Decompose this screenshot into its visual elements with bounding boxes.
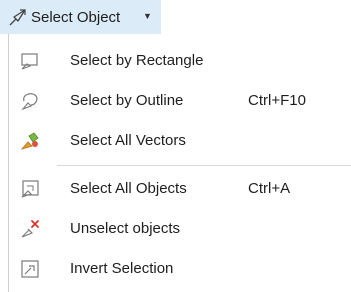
- select-outline-icon: [20, 91, 40, 111]
- select-all-vectors-icon: [20, 131, 40, 151]
- menu-item-shortcut: Ctrl+F10: [248, 92, 306, 109]
- menu-item-label: Select All Vectors: [70, 132, 186, 149]
- menu-item-select-by-outline[interactable]: Select by Outline Ctrl+F10: [9, 82, 351, 120]
- menu-item-select-all-vectors[interactable]: Select All Vectors: [9, 122, 351, 160]
- menu-item-label: Select by Outline: [70, 92, 184, 109]
- menu-item-label: Select All Objects: [70, 180, 187, 197]
- menu-item-label: Unselect objects: [70, 220, 181, 237]
- menu-item-label: Select by Rectangle: [70, 52, 204, 69]
- chevron-down-icon: ▼: [143, 11, 152, 21]
- select-object-dropdown-button[interactable]: Select Object ▼: [0, 0, 161, 34]
- pointer-arrow-icon: [8, 7, 28, 27]
- select-rectangle-icon: [20, 51, 40, 71]
- menu-item-invert-selection[interactable]: Invert Selection: [9, 250, 351, 288]
- select-object-menu: Select by Rectangle Select by Outline Ct…: [8, 34, 351, 292]
- select-object-label: Select Object: [31, 9, 121, 26]
- menu-item-unselect-objects[interactable]: Unselect objects: [9, 210, 351, 248]
- menu-item-select-all-objects[interactable]: Select All Objects Ctrl+A: [9, 170, 351, 208]
- menu-item-select-by-rectangle[interactable]: Select by Rectangle: [9, 42, 351, 80]
- menu-separator: [57, 165, 351, 166]
- menu-item-shortcut: Ctrl+A: [248, 180, 291, 197]
- invert-selection-icon: [20, 259, 40, 279]
- select-all-objects-icon: [20, 179, 40, 199]
- menu-item-label: Invert Selection: [70, 260, 174, 277]
- unselect-icon: [20, 219, 40, 239]
